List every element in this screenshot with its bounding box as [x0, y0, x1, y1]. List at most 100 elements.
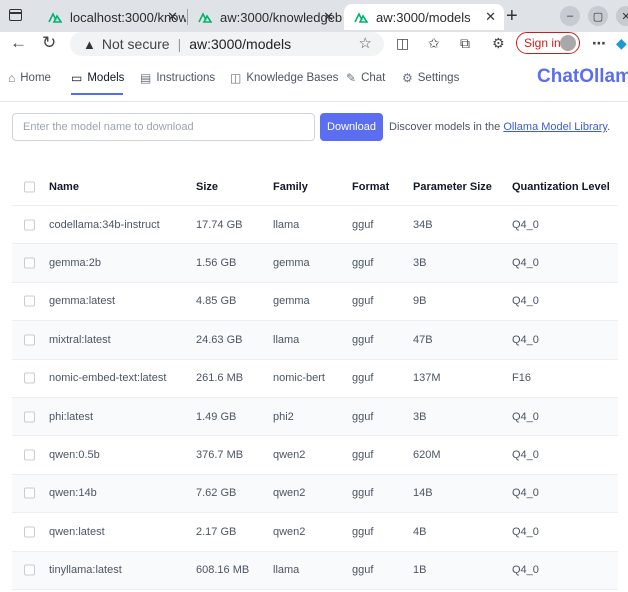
- window-menu-icon[interactable]: [9, 9, 22, 21]
- table-row[interactable]: mixtral:latest 24.63 GB llama gguf 47B Q4_0: [12, 321, 618, 360]
- parameter-size-cell: 47B: [413, 333, 433, 346]
- quantization-cell: F16: [512, 372, 531, 385]
- row-checkbox[interactable]: [24, 564, 35, 576]
- row-checkbox[interactable]: [24, 334, 35, 346]
- nav-item-models[interactable]: ▭ Models: [71, 71, 124, 85]
- column-header-format[interactable]: Format: [352, 181, 389, 193]
- more-menu-icon[interactable]: ⋯: [592, 35, 606, 52]
- close-tab-icon[interactable]: ✕: [167, 9, 178, 25]
- maximize-window-icon[interactable]: ▢: [588, 6, 608, 26]
- model-name-cell: gemma:latest: [49, 295, 116, 308]
- table-row[interactable]: gemma:2b 1.56 GB gemma gguf 3B Q4_0: [12, 244, 618, 283]
- select-all-checkbox[interactable]: [24, 181, 35, 192]
- parameter-size-cell: 34B: [413, 218, 433, 231]
- table-row[interactable]: phi:latest 1.49 GB phi2 gguf 3B Q4_0: [12, 397, 618, 437]
- quantization-cell: Q4_0: [512, 257, 539, 270]
- table-row[interactable]: tinyllama:latest 608.16 MB llama gguf 1B Q4_0: [12, 551, 618, 590]
- table-row[interactable]: codellama:34b-instruct 17.74 GB llama gguf 3…: [12, 206, 618, 245]
- nuxt-favicon-icon: [48, 12, 62, 23]
- browser-tab-1[interactable]: localhost:3000/knowl ✕: [38, 4, 186, 30]
- row-checkbox[interactable]: [24, 526, 35, 538]
- format-cell: gguf: [352, 564, 374, 577]
- split-screen-icon[interactable]: ◫: [396, 35, 409, 52]
- format-cell: gguf: [352, 333, 374, 346]
- brand-logo[interactable]: ChatOllama: [537, 66, 628, 88]
- address-bar[interactable]: ▲ Not secure | aw:3000/models ☆: [70, 32, 384, 56]
- back-arrow-icon[interactable]: ←: [10, 33, 27, 53]
- model-name-cell: qwen:0.5b: [49, 449, 100, 462]
- discover-label: Discover models in the: [389, 121, 501, 133]
- reload-icon[interactable]: ↻: [42, 33, 56, 53]
- parameter-size-cell: 9B: [413, 295, 427, 308]
- family-cell: gemma: [273, 257, 310, 270]
- column-header-parameter-size[interactable]: Parameter Size: [413, 181, 492, 193]
- model-name-input[interactable]: [12, 113, 315, 141]
- size-cell: 608.16 MB: [196, 564, 250, 577]
- close-tab-icon[interactable]: ✕: [485, 9, 496, 25]
- row-checkbox[interactable]: [24, 257, 35, 269]
- size-cell: 7.62 GB: [196, 487, 237, 500]
- family-cell: gemma: [273, 295, 310, 308]
- family-cell: qwen2: [273, 487, 306, 500]
- ollama-library-link[interactable]: Ollama Model Library: [503, 121, 607, 133]
- column-header-family[interactable]: Family: [273, 181, 308, 193]
- bookmark-star-icon[interactable]: ☆: [359, 34, 372, 52]
- nav-item-knowledge-bases[interactable]: ◫ Knowledge Bases: [230, 71, 338, 85]
- browser-tab-strip: localhost:3000/knowl ✕ aw:3000/knowledge…: [0, 0, 628, 32]
- quantization-cell: Q4_0: [512, 487, 539, 500]
- row-checkbox[interactable]: [24, 372, 35, 384]
- browser-tab-active[interactable]: aw:3000/models ✕: [344, 4, 504, 30]
- family-cell: llama: [273, 218, 300, 231]
- nav-item-chat[interactable]: ✎ Chat: [346, 71, 385, 85]
- table-row[interactable]: qwen:0.5b 376.7 MB qwen2 gguf 620M Q4_0: [12, 436, 618, 475]
- address-divider: |: [177, 36, 182, 52]
- row-checkbox[interactable]: [24, 219, 35, 231]
- nuxt-favicon-icon: [198, 12, 212, 23]
- document-icon: ▤: [140, 71, 152, 85]
- parameter-size-cell: 3B: [413, 410, 427, 423]
- model-name-cell: mixtral:latest: [49, 333, 111, 346]
- row-checkbox[interactable]: [24, 411, 35, 423]
- new-tab-icon[interactable]: +: [506, 6, 518, 26]
- table-row[interactable]: gemma:latest 4.85 GB gemma gguf 9B Q4_0: [12, 283, 618, 322]
- table-row[interactable]: nomic-embed-text:latest 261.6 MB nomic-ber…: [12, 360, 618, 398]
- table-row[interactable]: qwen:14b 7.62 GB qwen2 gguf 14B Q4_0: [12, 474, 618, 514]
- minimize-window-icon[interactable]: –: [560, 6, 580, 26]
- close-window-icon[interactable]: ✕: [616, 6, 628, 26]
- format-cell: gguf: [352, 372, 374, 385]
- extensions-icon[interactable]: ⚙: [492, 35, 505, 52]
- nav-item-home[interactable]: ⌂ Home: [8, 71, 51, 85]
- family-cell: llama: [273, 564, 300, 577]
- size-cell: 4.85 GB: [196, 295, 237, 308]
- column-header-name[interactable]: Name: [49, 181, 79, 193]
- row-checkbox[interactable]: [24, 449, 35, 461]
- copilot-icon[interactable]: ◆: [616, 35, 627, 52]
- model-name-cell: gemma:2b: [49, 257, 101, 270]
- home-icon: ⌂: [8, 71, 16, 85]
- format-cell: gguf: [352, 487, 374, 500]
- sign-in-button[interactable]: Sign in: [516, 32, 580, 54]
- nav-item-instructions[interactable]: ▤ Instructions: [140, 71, 215, 85]
- nav-label: Models: [87, 72, 125, 84]
- column-header-quantization-level[interactable]: Quantization Level: [512, 181, 610, 193]
- format-cell: gguf: [352, 449, 374, 462]
- size-cell: 17.74 GB: [196, 218, 243, 231]
- discover-suffix: .: [607, 121, 611, 133]
- nuxt-favicon-icon: [354, 12, 368, 23]
- model-name-cell: tinyllama:latest: [49, 564, 122, 577]
- row-checkbox[interactable]: [24, 295, 35, 307]
- column-header-size[interactable]: Size: [196, 181, 218, 193]
- avatar: [560, 35, 576, 51]
- format-cell: gguf: [352, 218, 374, 231]
- nav-item-settings[interactable]: ⚙ Settings: [402, 71, 459, 85]
- browser-toolbar: ← ↻ ▲ Not secure | aw:3000/models ☆ ◫ ✩ …: [0, 32, 628, 56]
- table-row[interactable]: qwen:latest 2.17 GB qwen2 gguf 4B Q4_0: [12, 513, 618, 552]
- row-checkbox[interactable]: [24, 487, 35, 499]
- quantization-cell: Q4_0: [512, 564, 539, 577]
- browser-tab-2[interactable]: aw:3000/knowledgeb ✕: [188, 4, 342, 30]
- favorites-icon[interactable]: ✩: [428, 35, 440, 52]
- download-button[interactable]: Download: [320, 113, 383, 141]
- close-tab-icon[interactable]: ✕: [323, 9, 334, 25]
- quantization-cell: Q4_0: [512, 525, 539, 538]
- collections-icon[interactable]: ⧉: [460, 35, 470, 52]
